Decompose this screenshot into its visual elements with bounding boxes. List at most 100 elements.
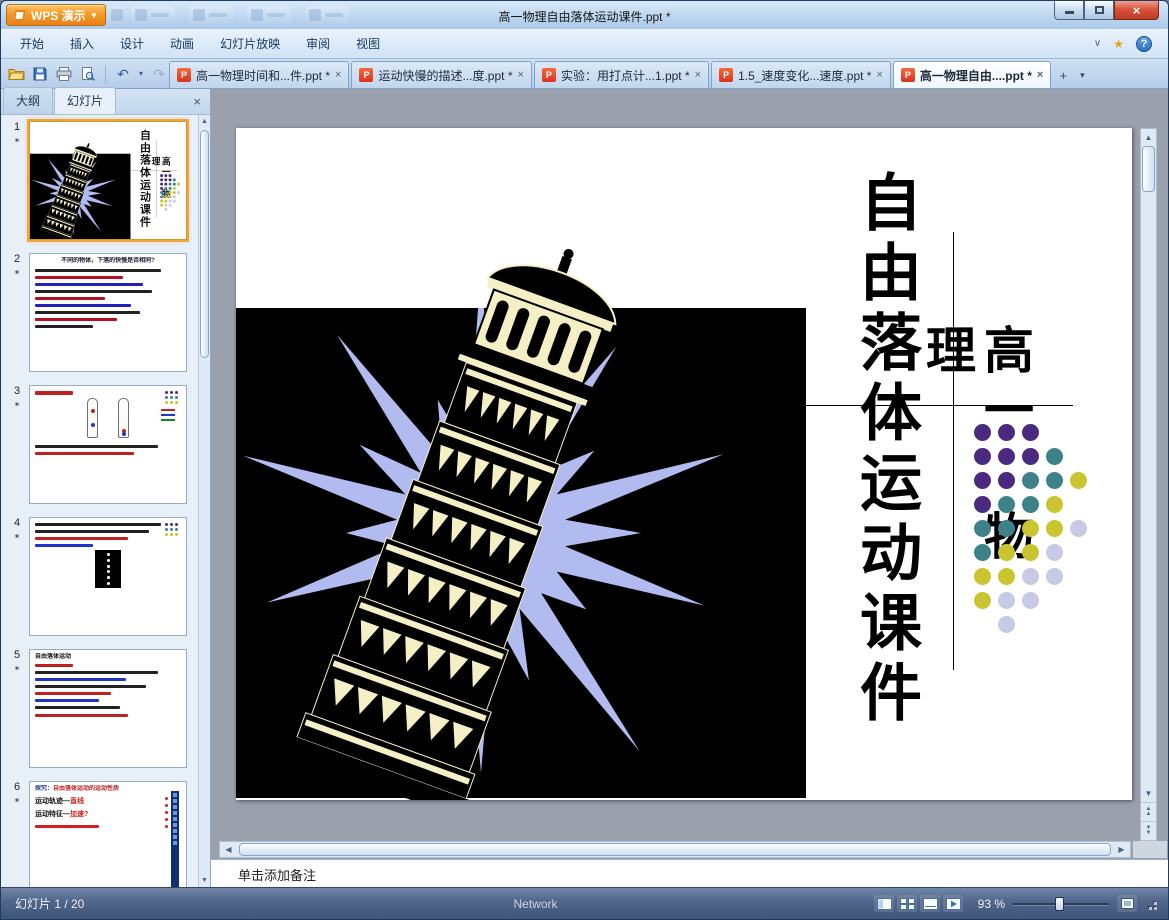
print-preview-button[interactable] [77, 63, 99, 85]
menu-item-4[interactable]: 幻灯片放映 [207, 29, 293, 58]
text-line-placeholder [35, 290, 152, 293]
text-line-placeholder [35, 544, 94, 547]
tab-list-button[interactable]: ▾ [1075, 65, 1089, 85]
page-preview-icon [82, 66, 95, 81]
notes-pane[interactable]: 单击添加备注 [211, 859, 1168, 889]
menu-item-2[interactable]: 设计 [107, 29, 157, 58]
decoration-dot [164, 208, 168, 212]
open-button[interactable] [5, 63, 27, 85]
print-button[interactable] [53, 63, 75, 85]
collapse-ribbon-icon[interactable]: ∨ [1094, 38, 1101, 49]
slide-thumbnail[interactable]: 自由落体运动课件高一 物理 [27, 119, 189, 242]
close-tab-icon[interactable]: × [335, 69, 341, 81]
document-tab-1[interactable]: P 运动快慢的描述...度.ppt * × [351, 61, 532, 88]
scrollbar-thumb[interactable] [1142, 146, 1155, 192]
text-line-placeholder [35, 391, 73, 395]
slide-thumbnail[interactable]: 探究：自由落体运动的运动性质 运动轨迹—直线 运动特征—加速? [29, 781, 187, 887]
resize-grip[interactable] [1145, 897, 1158, 911]
text-line-placeholder [35, 714, 129, 717]
redo-button[interactable]: ↷ [148, 63, 170, 85]
undo-menu-button[interactable]: ▾ [136, 63, 146, 85]
document-tab-3[interactable]: P 1.5_速度变化...速度.ppt * × [711, 61, 891, 88]
zoom-slider-thumb[interactable] [1055, 896, 1064, 911]
menu-item-1[interactable]: 插入 [57, 29, 107, 58]
close-tab-icon[interactable]: × [1037, 69, 1043, 81]
decoration-dot [998, 544, 1015, 561]
save-button[interactable] [29, 63, 51, 85]
maximize-button[interactable] [1084, 1, 1114, 20]
decoration-dot [974, 448, 991, 465]
decoration-dot [160, 191, 164, 195]
text-line-placeholder [35, 671, 158, 674]
close-tab-icon[interactable]: × [518, 69, 524, 81]
panel-tab-slides[interactable]: 幻灯片 [54, 87, 117, 114]
undo-button[interactable]: ↶ [112, 63, 134, 85]
close-tab-icon[interactable]: × [695, 69, 701, 81]
slide-thumbnail[interactable] [29, 385, 187, 504]
previous-slide-button[interactable]: ▲ ▲ [1141, 802, 1156, 821]
slide-number: 2 [13, 253, 21, 265]
thumbnail-content: 不同的物体，下落的快慢是否相同? [35, 257, 181, 368]
thumbnails-scrollbar[interactable]: ▲ ▼ [198, 115, 210, 887]
scroll-left-icon[interactable]: ◀ [220, 842, 237, 857]
scroll-down-icon[interactable]: ▼ [199, 874, 210, 887]
help-button[interactable]: ? [1136, 35, 1152, 52]
scrollbar-thumb[interactable] [200, 130, 209, 358]
decoration-dots-grid [974, 424, 1104, 644]
next-slide-button[interactable]: ▼ ▼ [1141, 821, 1156, 840]
decoration-dot [164, 199, 168, 203]
decoration-dot [1022, 544, 1039, 561]
menu-item-5[interactable]: 审阅 [293, 29, 343, 58]
slide-thumbnail[interactable]: 不同的物体，下落的快慢是否相同? [29, 253, 187, 372]
decoration-dot [168, 174, 172, 178]
zoom-slider[interactable] [1013, 896, 1109, 912]
close-panel-button[interactable]: × [186, 94, 208, 109]
scrollbar-track[interactable] [237, 842, 1113, 857]
vertical-scrollbar[interactable]: ▲ ▼ ▲ ▲ ▼ ▼ [1140, 128, 1157, 841]
document-tab-4[interactable]: P 高一物理自由....ppt * × [892, 61, 1052, 88]
decoration-dots-mini [165, 391, 179, 405]
fit-to-window-button[interactable] [1117, 895, 1137, 912]
presentation-file-icon: P [177, 68, 191, 82]
close-button[interactable]: × [1114, 1, 1159, 20]
decoration-dot [1022, 496, 1039, 513]
scroll-down-icon[interactable]: ▼ [1141, 785, 1156, 802]
scroll-right-icon[interactable]: ▶ [1113, 842, 1130, 857]
scrollbar-corner [1133, 841, 1167, 858]
decoration-dot [998, 424, 1015, 441]
slide-surface[interactable]: 自由落体运动课件 高一 物理 [236, 128, 1132, 800]
menu-item-0[interactable]: 开始 [7, 29, 57, 58]
minimize-button[interactable] [1054, 1, 1084, 20]
horizontal-scrollbar[interactable]: ◀ ▶ [219, 841, 1131, 858]
favorites-star-icon[interactable]: ★ [1113, 37, 1124, 51]
slide-title-vertical[interactable]: 自由落体运动课件 [848, 170, 920, 754]
presentation-file-icon: P [541, 68, 556, 82]
slide-thumbnail[interactable] [29, 517, 187, 636]
slide-thumbnail[interactable]: 自由落体运动 [29, 649, 187, 768]
slide-thumbnail-row: 5 ✶ 自由落体运动 [9, 649, 196, 768]
scrollbar-thumb[interactable] [239, 843, 1111, 856]
panel-tab-outline[interactable]: 大纲 [3, 87, 54, 114]
decoration-dot [998, 592, 1015, 609]
fit-to-window-icon [1120, 898, 1134, 909]
menu-item-3[interactable]: 动画 [157, 29, 207, 58]
scrollbar-track[interactable] [1141, 146, 1156, 785]
decoration-dot [164, 191, 168, 195]
wps-app-menu-button[interactable]: WPS 演示 ▾ [6, 4, 107, 26]
scroll-up-icon[interactable]: ▲ [199, 115, 210, 128]
maximize-icon [1094, 6, 1104, 14]
document-tab-2[interactable]: P 实验：用打点计...1.ppt * × [533, 61, 710, 88]
decoration-dot [1046, 448, 1063, 465]
decoration-dot [160, 178, 164, 182]
scroll-up-icon[interactable]: ▲ [1141, 129, 1156, 146]
title-bar[interactable]: WPS 演示 ▾ 高一物理自由落体运动课件.ppt * × [1, 1, 1168, 29]
decoration-dot [177, 191, 181, 195]
slide-number-column: 6 ✶ [9, 781, 25, 887]
document-tab-0[interactable]: P 高一物理时间和...件.ppt * × [169, 61, 350, 88]
menu-item-6[interactable]: 视图 [343, 29, 393, 58]
text-line-placeholder [35, 452, 135, 455]
close-tab-icon[interactable]: × [876, 69, 882, 81]
slide-canvas[interactable]: 自由落体运动课件 高一 物理 [236, 128, 1132, 800]
new-tab-button[interactable]: + [1053, 65, 1073, 85]
decoration-dot [998, 616, 1015, 633]
